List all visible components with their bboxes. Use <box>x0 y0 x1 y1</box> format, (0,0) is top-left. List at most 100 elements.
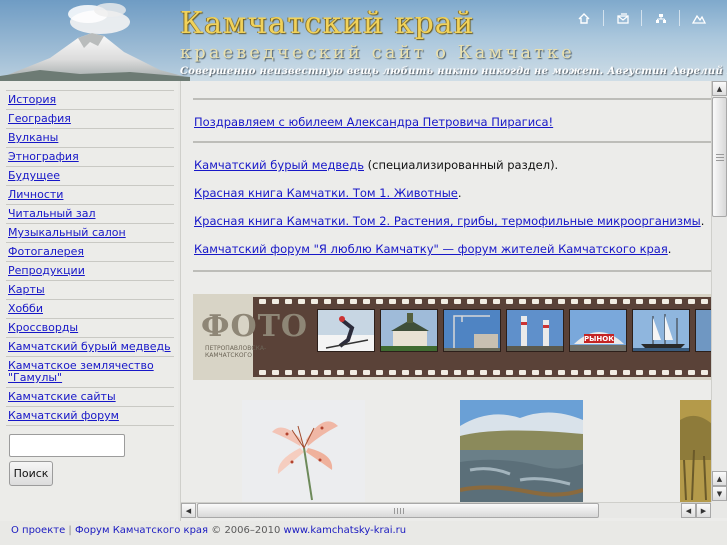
sidebar-link[interactable]: Хобби <box>8 302 43 315</box>
footer: О проекте | Форум Камчатского края © 200… <box>11 525 406 536</box>
home-icon[interactable] <box>565 10 603 26</box>
sidebar-item-reproductions: Репродукции <box>6 261 174 280</box>
photo-lily[interactable] <box>242 400 365 502</box>
brown-bear-link[interactable]: Камчатский бурый медведь <box>194 158 364 172</box>
sidebar-link[interactable]: Личности <box>8 188 63 201</box>
film-sprocket-hole <box>623 370 630 375</box>
mail-icon[interactable] <box>603 10 641 26</box>
film-sprocket-hole <box>337 299 344 304</box>
red-book-plants-link[interactable]: Красная книга Камчатки. Том 2. Растения,… <box>194 214 701 228</box>
film-sprocket-hole <box>402 299 409 304</box>
search-button[interactable]: Поиск <box>9 461 53 486</box>
scroll-up-button[interactable]: ▲ <box>712 81 727 96</box>
sidebar-link[interactable]: Камчатское землячество "Гамулы" <box>8 359 154 384</box>
scroll-down-button[interactable]: ▼ <box>712 486 727 501</box>
film-sprocket-hole <box>454 299 461 304</box>
film-sprocket-hole <box>480 299 487 304</box>
film-sprocket-hole <box>428 299 435 304</box>
sidebar-item-brown-bear: Камчатский бурый медведь <box>6 337 174 356</box>
film-sprocket-hole <box>298 370 305 375</box>
film-sprocket-hole <box>441 299 448 304</box>
horizontal-scroll-thumb[interactable] <box>197 503 599 518</box>
vertical-scrollbar[interactable]: ▲ ▲ ▼ <box>711 81 727 502</box>
sidebar-item-crosswords: Кроссворды <box>6 318 174 337</box>
sidebar-item-geography: География <box>6 109 174 128</box>
sidebar-link[interactable]: Камчатский форум <box>8 409 119 422</box>
header-icon-bar <box>565 10 717 26</box>
grip-line <box>397 508 398 514</box>
scroll-left-small-button[interactable]: ◀ <box>681 503 696 518</box>
photo-filmstrip-banner[interactable]: ФОТО Петропавловска-Камчатского РЫНОК <box>193 294 712 380</box>
divider <box>193 141 712 143</box>
grip-line <box>716 157 724 158</box>
horizontal-scrollbar[interactable]: ◀ ◀ ▶ <box>181 502 712 518</box>
film-sprocket-hole <box>662 370 669 375</box>
film-sprocket-hole <box>662 299 669 304</box>
film-sprocket-hole <box>350 299 357 304</box>
content-suffix: . <box>700 214 705 228</box>
forum-link[interactable]: Камчатский форум "Я люблю Камчатку" — фо… <box>194 242 668 256</box>
search-input[interactable] <box>9 434 125 457</box>
film-sprocket-hole <box>259 299 266 304</box>
film-photo-church <box>380 309 438 352</box>
film-sprocket-hole <box>701 370 708 375</box>
scroll-corner <box>711 502 727 518</box>
announcement-link[interactable]: Поздравляем с юбилеем Александра Петрови… <box>194 115 553 129</box>
sidebar-link[interactable]: Будущее <box>8 169 60 182</box>
site-title: Камчатский край <box>180 6 475 41</box>
sidebar-link[interactable]: Камчатские сайты <box>8 390 116 403</box>
sidebar-item-hobby: Хобби <box>6 299 174 318</box>
sidebar-nav: История География Вулканы Этнография Буд… <box>0 81 178 426</box>
content-line: Красная книга Камчатки. Том 1. Животные. <box>194 186 462 200</box>
film-sprocket-hole <box>519 299 526 304</box>
scroll-up-small-button[interactable]: ▲ <box>712 471 727 486</box>
content-line: Камчатский бурый медведь (специализирова… <box>194 158 558 172</box>
content-line: Красная книга Камчатки. Том 2. Растения,… <box>194 214 704 228</box>
film-sprocket-hole <box>571 370 578 375</box>
film-sprocket-hole <box>545 370 552 375</box>
film-sprocket-hole <box>519 370 526 375</box>
mountains-icon[interactable] <box>679 10 717 26</box>
vertical-scroll-thumb[interactable] <box>712 97 727 217</box>
film-sprocket-hole <box>376 299 383 304</box>
sidebar-link[interactable]: Читальный зал <box>8 207 96 220</box>
site-subtitle: краеведческий сайт о Камчатке <box>180 42 575 63</box>
sidebar-link[interactable]: Этнография <box>8 150 79 163</box>
film-sprocket-hole <box>688 370 695 375</box>
film-sprocket-hole <box>415 299 422 304</box>
grip-line <box>403 508 404 514</box>
site-url-link[interactable]: www.kamchatsky-krai.ru <box>284 525 407 536</box>
footer-forum-link[interactable]: Форум Камчатского края <box>75 525 208 536</box>
film-sprocket-hole <box>298 299 305 304</box>
sidebar-link[interactable]: История <box>8 93 56 106</box>
sidebar-item-future: Будущее <box>6 166 174 185</box>
divider <box>193 270 712 272</box>
sidebar-link[interactable]: Вулканы <box>8 131 58 144</box>
film-sprocket-hole <box>441 370 448 375</box>
sidebar-item-volcanoes: Вулканы <box>6 128 174 147</box>
sidebar-item-reading-room: Читальный зал <box>6 204 174 223</box>
sitemap-icon[interactable] <box>641 10 679 26</box>
about-link[interactable]: О проекте <box>11 525 65 536</box>
red-book-animals-link[interactable]: Красная книга Камчатки. Том 1. Животные <box>194 186 458 200</box>
film-sprocket-hole <box>532 370 539 375</box>
film-sprocket-hole <box>389 299 396 304</box>
photo-geyser-valley[interactable] <box>460 400 583 502</box>
sidebar-link[interactable]: Фотогалерея <box>8 245 84 258</box>
film-sprocket-hole <box>415 370 422 375</box>
sidebar-link[interactable]: География <box>8 112 71 125</box>
sidebar-link[interactable]: Кроссворды <box>8 321 78 334</box>
film-sprocket-hole <box>701 299 708 304</box>
film-sprocket-hole <box>649 370 656 375</box>
sidebar-link[interactable]: Музыкальный салон <box>8 226 126 239</box>
film-sprocket-hole <box>363 299 370 304</box>
content-suffix: . <box>457 186 462 200</box>
sidebar-link[interactable]: Карты <box>8 283 45 296</box>
photo-partial-field[interactable] <box>680 400 712 502</box>
grip-line <box>716 154 724 155</box>
sidebar-link[interactable]: Камчатский бурый медведь <box>8 340 171 353</box>
scroll-left-button[interactable]: ◀ <box>181 503 196 518</box>
film-sprocket-hole <box>428 370 435 375</box>
sidebar-link[interactable]: Репродукции <box>8 264 85 277</box>
scroll-right-button[interactable]: ▶ <box>696 503 711 518</box>
